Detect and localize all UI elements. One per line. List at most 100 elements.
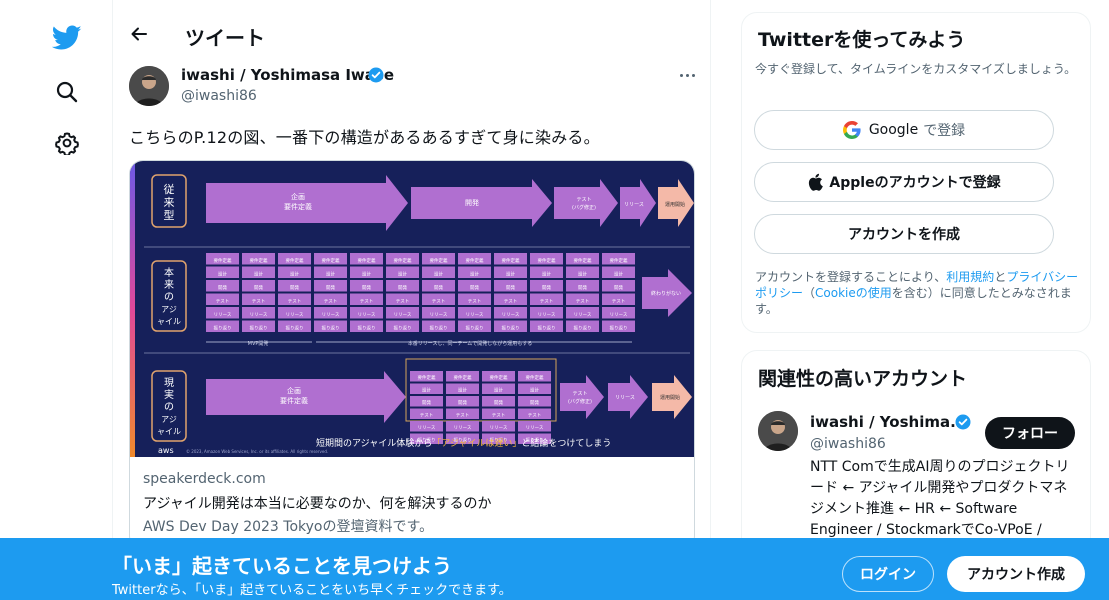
slide-cell-label: リリース bbox=[430, 312, 448, 318]
gear-icon[interactable] bbox=[43, 119, 91, 167]
slide-cell-label: テスト bbox=[420, 413, 434, 419]
slide-cell-label: 設計 bbox=[614, 271, 623, 278]
slide-cell-label: 設計 bbox=[434, 271, 443, 278]
slide-cell-label: 設計 bbox=[494, 387, 503, 394]
slide-cell-label: 開発 bbox=[578, 284, 587, 291]
slide-cell-label: リリース bbox=[358, 312, 376, 318]
slide-cell-label: 開発 bbox=[254, 284, 263, 291]
svg-text:アジ: アジ bbox=[161, 415, 177, 424]
cookie-link[interactable]: Cookieの使用 bbox=[815, 286, 892, 300]
page-title: ツイート bbox=[185, 26, 265, 50]
slide-cell-label: 開発 bbox=[218, 284, 227, 291]
slide-cell-label: 設計 bbox=[422, 387, 431, 394]
slide-cell-label: 設計 bbox=[578, 271, 587, 278]
svg-text:テスト: テスト bbox=[576, 197, 591, 203]
verified-badge-icon bbox=[955, 414, 971, 434]
svg-text:企画: 企画 bbox=[291, 192, 305, 201]
svg-text:aws: aws bbox=[158, 446, 174, 455]
svg-text:要件定義: 要件定義 bbox=[280, 396, 308, 405]
slide-cell-label: テスト bbox=[576, 299, 590, 305]
slide-cell-label: 設計 bbox=[458, 387, 467, 394]
svg-text:アジ: アジ bbox=[161, 305, 177, 314]
svg-text:リリース: リリース bbox=[615, 395, 635, 401]
author-name[interactable]: iwashi / Yoshimasa Iwase bbox=[181, 66, 394, 84]
slide-cell-label: 開発 bbox=[362, 284, 371, 291]
slide-cell-label: 設計 bbox=[362, 271, 371, 278]
slide-cell-label: テスト bbox=[396, 299, 410, 305]
slide-cell-label: 振り返り bbox=[358, 325, 376, 332]
card-description: AWS Dev Day 2023 Tokyoの登壇資料です。 bbox=[143, 519, 434, 535]
slide-cell-label: 要件定義 bbox=[418, 374, 436, 381]
slide-cell-label: リリース bbox=[610, 312, 628, 318]
twitter-logo-icon[interactable] bbox=[43, 14, 91, 62]
svg-text:(バグ修正): (バグ修正) bbox=[572, 204, 596, 211]
avatar[interactable] bbox=[129, 66, 169, 106]
back-arrow-icon[interactable] bbox=[123, 18, 155, 50]
apple-signup-button[interactable]: Appleのアカウントで登録 bbox=[754, 162, 1054, 202]
link-preview-card[interactable]: 従 来 型 企画 要件定義 開発 テスト (バグ修正) リリース 運用開始 本 … bbox=[129, 160, 695, 550]
svg-text:要件定義: 要件定義 bbox=[284, 202, 312, 211]
create-account-button[interactable]: アカウントを作成 bbox=[754, 214, 1054, 254]
slide-cell-label: 開発 bbox=[434, 284, 443, 291]
signup-panel: Twitterを使ってみよう 今すぐ登録して、タイムラインをカスタマイズしましょ… bbox=[741, 12, 1091, 333]
banner-create-account-button[interactable]: アカウント作成 bbox=[947, 556, 1085, 592]
slide-cell-label: 要件定義 bbox=[250, 257, 268, 264]
google-suffix: で登録 bbox=[923, 123, 966, 139]
slide-cell-label: 設計 bbox=[290, 271, 299, 278]
search-icon[interactable] bbox=[43, 68, 91, 116]
slide-cell-label: リリース bbox=[394, 312, 412, 318]
slide-cell-label: 振り返り bbox=[394, 325, 412, 332]
slide-cell-label: 振り返り bbox=[322, 325, 340, 332]
slide-cell-label: リリース bbox=[526, 425, 544, 431]
svg-text:来: 来 bbox=[164, 279, 174, 291]
create-account-label: アカウントを作成 bbox=[848, 227, 960, 243]
svg-text:ャイル: ャイル bbox=[157, 427, 181, 436]
slide-cell-label: テスト bbox=[432, 299, 446, 305]
slide-cell-label: テスト bbox=[216, 299, 230, 305]
slide-cell-label: 要件定義 bbox=[610, 257, 628, 264]
slide-cell-label: リリース bbox=[418, 425, 436, 431]
slide-cell-label: リリース bbox=[538, 312, 556, 318]
related-account-name[interactable]: iwashi / Yoshima... bbox=[810, 413, 967, 431]
slide-cell-label: 振り返り bbox=[430, 325, 448, 332]
login-button[interactable]: ログイン bbox=[842, 556, 934, 592]
main-column: ツイート iwashi / Yoshimasa Iwase @iwashi86 … bbox=[112, 0, 711, 600]
svg-text:開発: 開発 bbox=[465, 198, 479, 207]
svg-text:の: の bbox=[164, 292, 174, 303]
slide-image: 従 来 型 企画 要件定義 開発 テスト (バグ修正) リリース 運用開始 本 … bbox=[130, 161, 694, 457]
slide-cell-label: 設計 bbox=[254, 271, 263, 278]
avatar[interactable] bbox=[758, 411, 798, 451]
slide-cell-label: 開発 bbox=[470, 284, 479, 291]
google-signup-button[interactable]: Google で登録 bbox=[754, 110, 1054, 150]
svg-text:(バグ修正): (バグ修正) bbox=[568, 398, 592, 405]
slide-cell-label: 要件定義 bbox=[358, 257, 376, 264]
apple-signup-label: Appleのアカウントで登録 bbox=[829, 175, 1001, 191]
slide-cell-label: 開発 bbox=[506, 284, 515, 291]
left-navigation bbox=[0, 0, 112, 600]
slide-cell-label: 設計 bbox=[218, 271, 227, 278]
slide-cell-label: テスト bbox=[288, 299, 302, 305]
slide-cell-label: 振り返り bbox=[286, 325, 304, 332]
svg-text:テスト: テスト bbox=[572, 391, 587, 397]
terms-link[interactable]: 利用規約 bbox=[946, 270, 994, 284]
slide-cell-label: リリース bbox=[502, 312, 520, 318]
author-handle[interactable]: @iwashi86 bbox=[181, 88, 257, 104]
slide-cell-label: リリース bbox=[286, 312, 304, 318]
svg-text:の: の bbox=[164, 402, 174, 413]
slide-cell-label: 設計 bbox=[398, 271, 407, 278]
slide-cell-label: 開発 bbox=[542, 284, 551, 291]
related-title: 関連性の高いアカウント bbox=[758, 368, 968, 390]
slide-cell-label: 開発 bbox=[422, 399, 431, 406]
slide-cell-label: テスト bbox=[468, 299, 482, 305]
slide-cell-label: 開発 bbox=[290, 284, 299, 291]
slide-cell-label: 開発 bbox=[326, 284, 335, 291]
more-options-icon[interactable] bbox=[675, 66, 699, 84]
svg-text:終わりがない: 終わりがない bbox=[651, 290, 681, 297]
slide-cell-label: リリース bbox=[466, 312, 484, 318]
google-label: Google bbox=[868, 122, 919, 138]
slide-cell-label: 設計 bbox=[326, 271, 335, 278]
related-account-handle[interactable]: @iwashi86 bbox=[810, 436, 886, 452]
signup-banner: 「いま」起きていることを見つけよう Twitterなら、「いま」起きていることを… bbox=[0, 538, 1109, 600]
follow-button[interactable]: フォロー bbox=[985, 417, 1075, 449]
slide-cell-label: 振り返り bbox=[250, 325, 268, 332]
